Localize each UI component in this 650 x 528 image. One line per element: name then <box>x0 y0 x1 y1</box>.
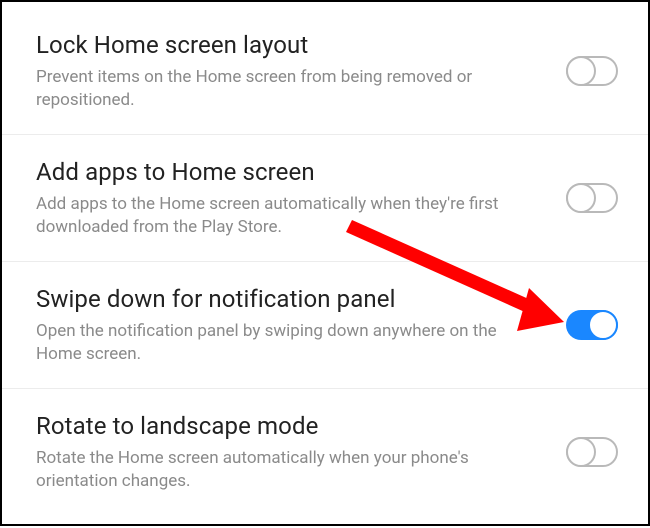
setting-row-lock-home[interactable]: Lock Home screen layout Prevent items on… <box>2 8 648 135</box>
toggle-lock-home[interactable] <box>566 56 618 86</box>
toggle-thumb <box>566 437 596 467</box>
toggle-thumb <box>566 183 596 213</box>
toggle-thumb <box>566 56 596 86</box>
setting-text: Swipe down for notification panel Open t… <box>36 284 566 366</box>
setting-desc: Open the notification panel by swiping d… <box>36 320 546 366</box>
setting-row-add-apps[interactable]: Add apps to Home screen Add apps to the … <box>2 135 648 262</box>
setting-desc: Rotate the Home screen automatically whe… <box>36 447 546 493</box>
setting-title: Swipe down for notification panel <box>36 284 546 314</box>
setting-title: Add apps to Home screen <box>36 157 546 187</box>
setting-title: Rotate to landscape mode <box>36 411 546 441</box>
setting-text: Rotate to landscape mode Rotate the Home… <box>36 411 566 493</box>
toggle-add-apps[interactable] <box>566 183 618 213</box>
setting-title: Lock Home screen layout <box>36 30 546 60</box>
setting-row-rotate[interactable]: Rotate to landscape mode Rotate the Home… <box>2 389 648 515</box>
settings-list: Lock Home screen layout Prevent items on… <box>2 2 648 515</box>
setting-row-swipe-notification[interactable]: Swipe down for notification panel Open t… <box>2 262 648 389</box>
setting-desc: Prevent items on the Home screen from be… <box>36 66 546 112</box>
toggle-rotate[interactable] <box>566 437 618 467</box>
setting-text: Lock Home screen layout Prevent items on… <box>36 30 566 112</box>
toggle-swipe-notification[interactable] <box>566 310 618 340</box>
setting-text: Add apps to Home screen Add apps to the … <box>36 157 566 239</box>
setting-desc: Add apps to the Home screen automaticall… <box>36 193 546 239</box>
toggle-thumb <box>588 310 618 340</box>
